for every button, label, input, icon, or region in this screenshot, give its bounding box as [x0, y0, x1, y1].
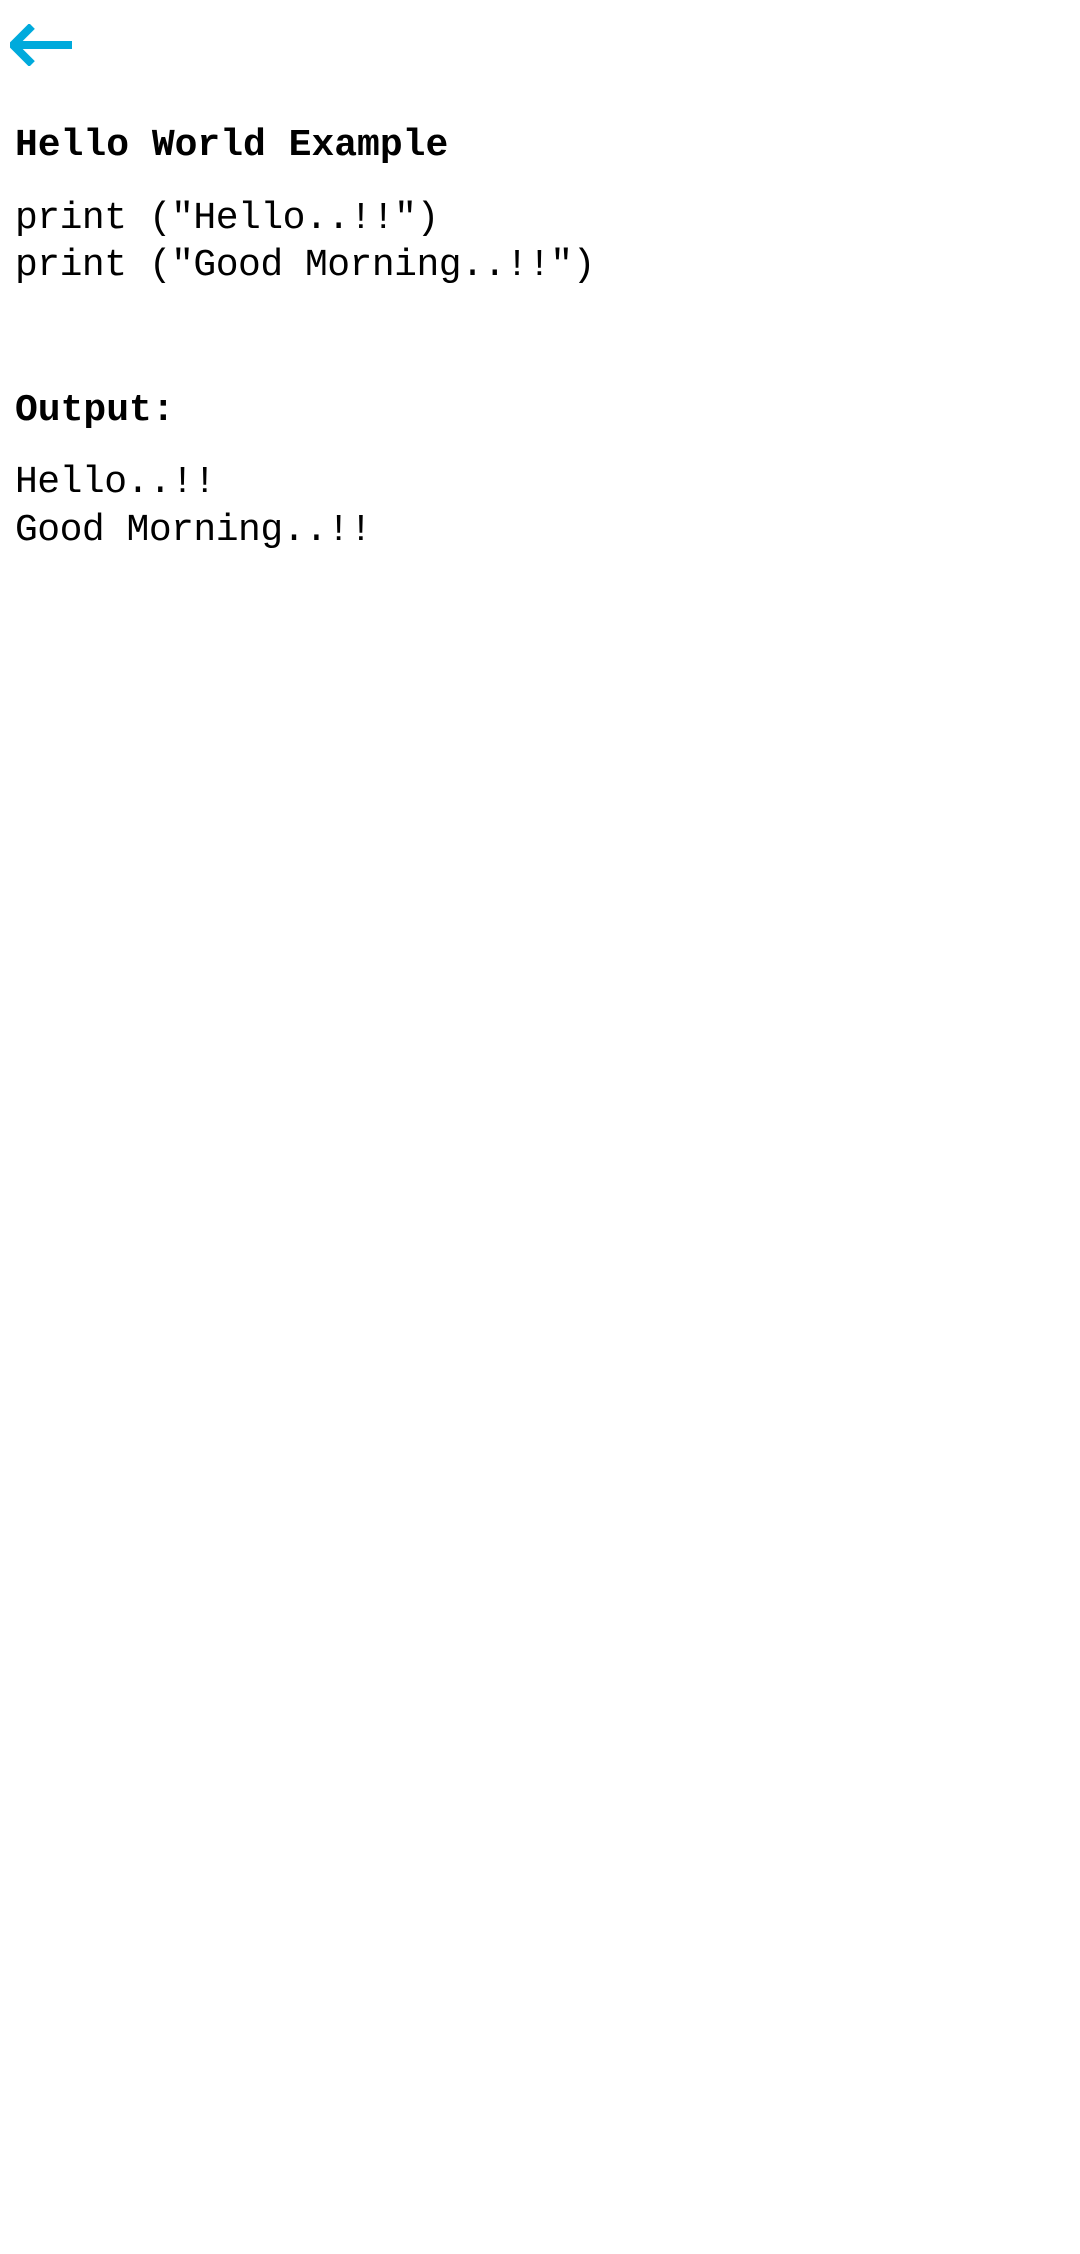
arrow-left-icon: [10, 24, 74, 66]
output-section: Output: Hello..!! Good Morning..!!: [15, 388, 1065, 555]
content-area: Hello World Example print ("Hello..!!") …: [0, 95, 1080, 554]
back-button[interactable]: [10, 24, 74, 66]
output-block: Hello..!! Good Morning..!!: [15, 459, 1065, 554]
output-line: Good Morning..!!: [15, 507, 1065, 555]
app-header: [0, 0, 1080, 95]
output-title: Output:: [15, 388, 1065, 434]
code-line: print ("Good Morning..!!"): [15, 242, 1065, 290]
output-line: Hello..!!: [15, 459, 1065, 507]
code-line: print ("Hello..!!"): [15, 195, 1065, 243]
code-block: print ("Hello..!!") print ("Good Morning…: [15, 195, 1065, 290]
example-title: Hello World Example: [15, 123, 1065, 169]
